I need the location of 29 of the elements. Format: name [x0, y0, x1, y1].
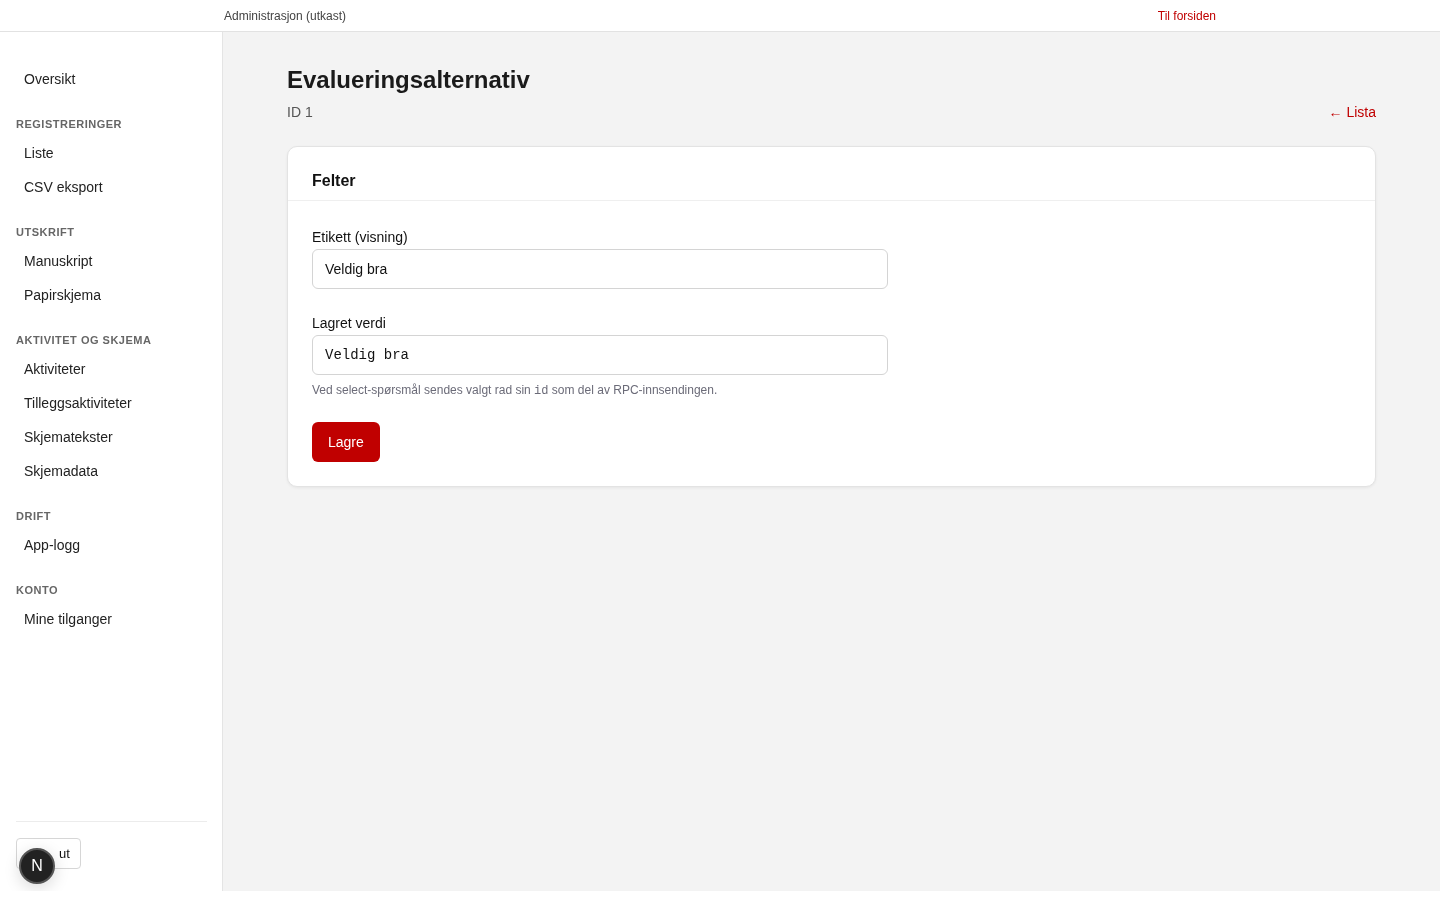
section-heading: AKTIVITET OG SKJEMA	[16, 334, 153, 346]
field-label: Etikett (visning)	[312, 229, 409, 245]
app-title: Administrasjon (utkast)	[224, 8, 347, 23]
section-heading: KONTO	[16, 584, 60, 596]
sidebar-item[interactable]: Manuskript	[16, 244, 207, 278]
dev-badge[interactable]: N	[19, 848, 55, 884]
help-text: Ved select-spørsmål sendes valgt rad sin id som del av RPC-innsendingen.	[312, 383, 719, 398]
sidebar-item[interactable]: App-logg	[16, 528, 207, 562]
home-link[interactable]: Til forsiden	[1157, 8, 1216, 23]
sidebar-item[interactable]: Liste	[16, 136, 207, 170]
field-label: Lagret verdi	[312, 315, 387, 331]
input-field[interactable]: Veldig bra	[312, 335, 888, 375]
sidebar-item[interactable]: Mine tilganger	[16, 602, 207, 636]
save-button[interactable]: Lagre	[312, 422, 380, 462]
sidebar-item[interactable]: Aktiviteter	[16, 352, 207, 386]
page-title: Evalueringsalternativ	[287, 66, 530, 94]
section-heading: REGISTRERINGER	[16, 118, 123, 130]
sidebar-item[interactable]: Papirskjema	[16, 278, 207, 312]
sidebar-item[interactable]: Tilleggsaktiviteter	[16, 386, 207, 420]
sidebar-item[interactable]: CSV eksport	[16, 170, 207, 204]
sidebar-item[interactable]: Oversikt	[16, 62, 207, 96]
sidebar-item[interactable]: Skjemadata	[16, 454, 207, 488]
card-title: Felter	[312, 172, 357, 190]
section-heading: UTSKRIFT	[16, 226, 76, 238]
sidebar-item[interactable]: Skjematekster	[16, 420, 207, 454]
record-id: ID 1	[287, 104, 314, 120]
section-heading: DRIFT	[16, 510, 52, 522]
back-link[interactable]: ← Lista	[1328, 104, 1376, 120]
input-field[interactable]: Veldig bra	[312, 249, 888, 289]
